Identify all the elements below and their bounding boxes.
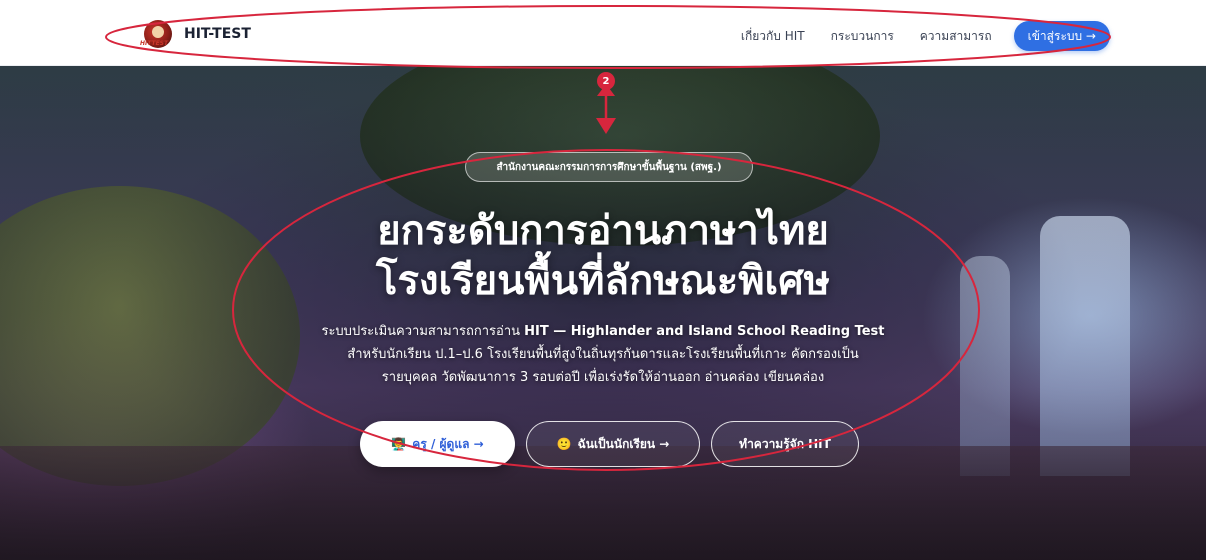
teacher-icon: 👨‍🏫: [391, 437, 407, 451]
main-nav: เกี่ยวกับ HIT กระบวนการ ความสามารถ เข้าส…: [715, 21, 1110, 51]
brand[interactable]: HITTEST HIT-TEST: [140, 20, 251, 48]
nav-link-process[interactable]: กระบวนการ: [831, 27, 894, 46]
desc-bold: HIT — Highlander and Island School Readi…: [524, 324, 885, 339]
desc-prefix: ระบบประเมินความสามารถการอ่าน: [321, 324, 525, 339]
student-button-label: ฉันเป็นนักเรียน →: [577, 436, 670, 451]
teacher-button[interactable]: 👨‍🏫 ครู / ผู้ดูแล →: [360, 421, 515, 467]
top-navbar: HITTEST HIT-TEST เกี่ยวกับ HIT กระบวนการ…: [0, 0, 1206, 66]
desc-line-2: สำหรับนักเรียน ป.1–ป.6 โรงเรียนพื้นที่สู…: [347, 347, 859, 362]
hero-overlay: [0, 66, 1206, 560]
desc-line-1: ระบบประเมินความสามารถการอ่าน HIT — Highl…: [250, 320, 956, 343]
hero-headline: ยกระดับการอ่านภาษาไทย โรงเรียนพื้นที่ลัก…: [0, 206, 1206, 306]
annotation-marker: 2: [597, 72, 615, 90]
teacher-button-label: ครู / ผู้ดูแล →: [412, 436, 484, 451]
desc-line-3: รายบุคคล วัดพัฒนาการ 3 รอบต่อปี เพื่อเร่…: [381, 370, 825, 385]
nav-link-capability[interactable]: ความสามารถ: [920, 27, 992, 46]
brand-name: HIT-TEST: [184, 26, 251, 42]
headline-line-2: โรงเรียนพื้นที่ลักษณะพิเศษ: [375, 258, 830, 304]
headline-line-1: ยกระดับการอ่านภาษาไทย: [377, 208, 829, 254]
login-button[interactable]: เข้าสู่ระบบ →: [1013, 21, 1110, 51]
hit-logo-icon: HITTEST: [140, 20, 172, 48]
logo-tag: HITTEST: [140, 40, 169, 47]
hero-section: สำนักงานคณะกรรมการการศึกษาขั้นพื้นฐาน (ส…: [0, 66, 1206, 560]
about-hit-button[interactable]: ทำความรู้จัก HIT: [711, 421, 859, 467]
about-hit-button-label: ทำความรู้จัก HIT: [739, 436, 831, 451]
org-badge: สำนักงานคณะกรรมการการศึกษาขั้นพื้นฐาน (ส…: [465, 152, 753, 182]
student-button[interactable]: 🙂 ฉันเป็นนักเรียน →: [526, 421, 700, 467]
hero-description: ระบบประเมินความสามารถการอ่าน HIT — Highl…: [250, 320, 956, 389]
nav-link-about[interactable]: เกี่ยวกับ HIT: [741, 27, 805, 46]
student-icon: 🙂: [556, 437, 572, 451]
